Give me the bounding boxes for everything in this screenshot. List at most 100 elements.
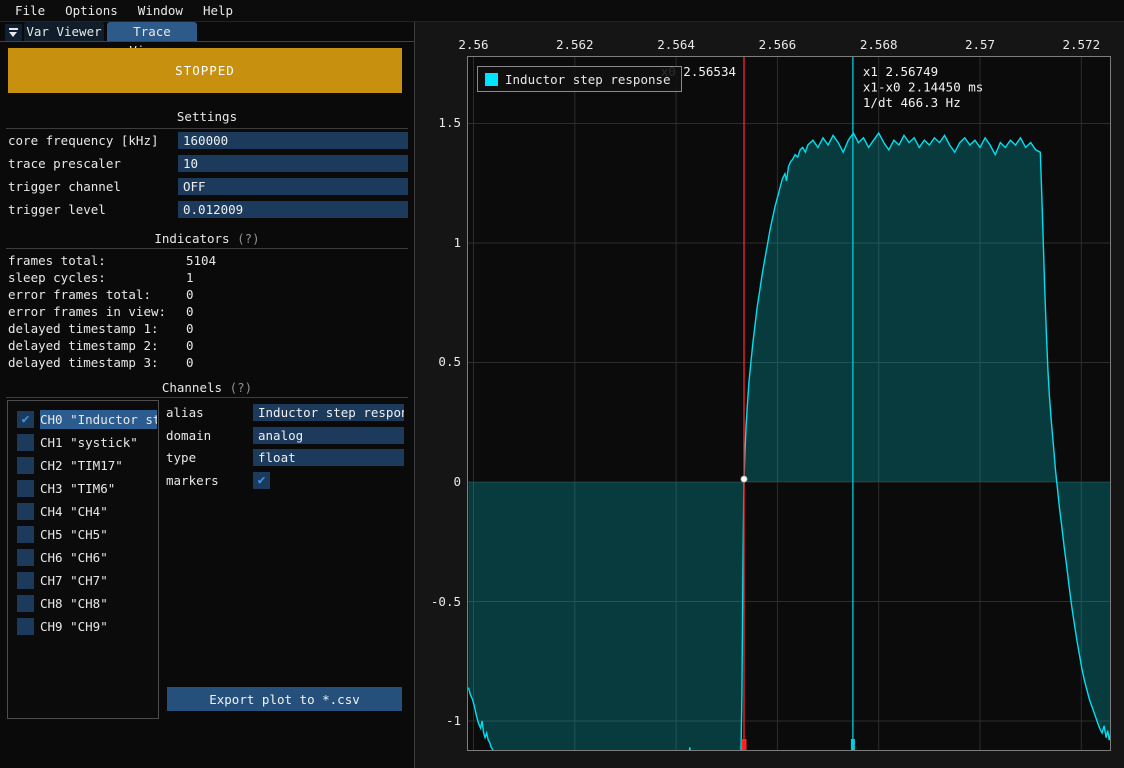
indicator-label: delayed timestamp 1: bbox=[8, 320, 159, 337]
y-axis-tick-label: -0.5 bbox=[419, 594, 461, 610]
channel-row: CH4 "CH4" bbox=[8, 500, 158, 523]
indicator-label: frames total: bbox=[8, 252, 106, 269]
y-axis-tick-label: 0 bbox=[419, 474, 461, 490]
trigger-channel-label: trigger channel bbox=[8, 178, 121, 195]
indicator-value: 0 bbox=[186, 320, 194, 337]
channel-item-ch3[interactable]: CH3 "TIM6" bbox=[40, 479, 158, 498]
indicator-label: error frames in view: bbox=[8, 303, 166, 320]
trigger-level-field[interactable]: 0.012009 bbox=[178, 201, 408, 218]
channel-item-ch8[interactable]: CH8 "CH8" bbox=[40, 594, 158, 613]
channel-checkbox[interactable] bbox=[17, 434, 34, 451]
channel-item-ch4[interactable]: CH4 "CH4" bbox=[40, 502, 158, 521]
separator bbox=[6, 128, 408, 129]
marker-x0-point[interactable] bbox=[741, 476, 747, 482]
channel-row: CH7 "CH7" bbox=[8, 569, 158, 592]
indicator-value: 0 bbox=[186, 303, 194, 320]
channel-row: CH6 "CH6" bbox=[8, 546, 158, 569]
x-axis-tick-label: 2.57 bbox=[945, 37, 1015, 52]
domain-field[interactable]: analog bbox=[253, 427, 404, 444]
indicator-value: 0 bbox=[186, 286, 194, 303]
channel-row: CH9 "CH9" bbox=[8, 615, 158, 638]
settings-section-title: Settings bbox=[0, 110, 414, 124]
settings-title-text: Settings bbox=[177, 109, 237, 124]
channel-checkbox[interactable] bbox=[17, 526, 34, 543]
x-axis-tick-label: 2.56 bbox=[438, 37, 508, 52]
channels-section-title: Channels (?) bbox=[0, 381, 414, 395]
legend-swatch-icon bbox=[485, 73, 498, 86]
tab-var-viewer[interactable]: Var Viewer bbox=[24, 22, 104, 41]
channel-item-ch5[interactable]: CH5 "CH5" bbox=[40, 525, 158, 544]
marker-x1-label: x1-x0 2.14450 ms bbox=[863, 80, 983, 95]
y-axis-tick-label: -1 bbox=[419, 713, 461, 729]
channel-checkbox[interactable] bbox=[17, 549, 34, 566]
export-csv-button[interactable]: Export plot to *.csv bbox=[167, 687, 402, 711]
menu-bar: File Options Window Help bbox=[0, 0, 1124, 22]
x-axis-tick-label: 2.568 bbox=[844, 37, 914, 52]
markers-checkbox[interactable]: ✔ bbox=[253, 472, 270, 489]
indicator-value: 5104 bbox=[186, 252, 216, 269]
x-axis-tick-label: 2.564 bbox=[641, 37, 711, 52]
acquisition-status-button[interactable]: STOPPED bbox=[8, 48, 402, 93]
indicator-value: 0 bbox=[186, 354, 194, 371]
y-axis-tick-label: 0.5 bbox=[419, 354, 461, 370]
channel-checkbox[interactable] bbox=[17, 572, 34, 589]
channel-item-ch7[interactable]: CH7 "CH7" bbox=[40, 571, 158, 590]
markers-label: markers bbox=[166, 472, 219, 489]
left-panel: Var Viewer Trace Viewer STOPPED Settings… bbox=[0, 22, 414, 768]
channels-title-text: Channels bbox=[162, 380, 222, 395]
indicator-label: delayed timestamp 3: bbox=[8, 354, 159, 371]
channels-help-icon[interactable]: (?) bbox=[230, 380, 253, 395]
tab-list-icon bbox=[9, 28, 18, 37]
channel-item-ch2[interactable]: CH2 "TIM17" bbox=[40, 456, 158, 475]
marker-x0-tick[interactable] bbox=[742, 739, 747, 750]
tab-trace-viewer[interactable]: Trace Viewer bbox=[107, 22, 197, 41]
channel-checkbox[interactable] bbox=[17, 595, 34, 612]
menu-file[interactable]: File bbox=[5, 3, 55, 18]
trigger-channel-field[interactable]: OFF bbox=[178, 178, 408, 195]
indicator-label: error frames total: bbox=[8, 286, 151, 303]
menu-window[interactable]: Window bbox=[128, 3, 193, 18]
channel-item-ch0[interactable]: CH0 "Inductor st bbox=[40, 410, 157, 429]
trace-prescaler-field[interactable]: 10 bbox=[178, 155, 408, 172]
indicators-section-title: Indicators (?) bbox=[0, 232, 414, 246]
indicators-help-icon[interactable]: (?) bbox=[237, 231, 260, 246]
tab-underline bbox=[0, 41, 414, 42]
trace-prescaler-label: trace prescaler bbox=[8, 155, 121, 172]
plot-legend[interactable]: Inductor step response bbox=[477, 66, 682, 92]
channel-checkbox[interactable] bbox=[17, 618, 34, 635]
y-axis-tick-label: 1.5 bbox=[419, 115, 461, 131]
channel-item-ch9[interactable]: CH9 "CH9" bbox=[40, 617, 158, 636]
channel-checkbox[interactable]: ✔ bbox=[17, 411, 34, 428]
channel-row: CH1 "systick" bbox=[8, 431, 158, 454]
channel-checkbox[interactable] bbox=[17, 503, 34, 520]
x-axis-tick-label: 2.572 bbox=[1046, 37, 1116, 52]
x-axis-tick-label: 2.562 bbox=[540, 37, 610, 52]
channel-row: CH2 "TIM17" bbox=[8, 454, 158, 477]
channel-item-ch1[interactable]: CH1 "systick" bbox=[40, 433, 158, 452]
indicator-label: sleep cycles: bbox=[8, 269, 106, 286]
trigger-level-label: trigger level bbox=[8, 201, 106, 218]
separator bbox=[6, 397, 408, 398]
type-field[interactable]: float bbox=[253, 449, 404, 466]
core-frequency-field[interactable]: 160000 bbox=[178, 132, 408, 149]
y-axis-tick-label: 1 bbox=[419, 235, 461, 251]
marker-x1-label: 1/dt 466.3 Hz bbox=[863, 95, 961, 110]
channel-checkbox[interactable] bbox=[17, 480, 34, 497]
menu-help[interactable]: Help bbox=[193, 3, 243, 18]
marker-x1-tick[interactable] bbox=[851, 739, 855, 750]
alias-label: alias bbox=[166, 404, 204, 421]
menu-options[interactable]: Options bbox=[55, 3, 128, 18]
channel-row: CH8 "CH8" bbox=[8, 592, 158, 615]
domain-label: domain bbox=[166, 427, 211, 444]
tab-list-button[interactable] bbox=[5, 24, 22, 41]
plot-canvas[interactable]: x0 2.56534x1 2.56749x1-x0 2.14450 ms1/dt… bbox=[467, 56, 1111, 751]
channel-checkbox[interactable] bbox=[17, 457, 34, 474]
core-frequency-label: core frequency [kHz] bbox=[8, 132, 159, 149]
alias-field[interactable]: Inductor step respons bbox=[253, 404, 404, 421]
type-label: type bbox=[166, 449, 196, 466]
plot-panel: x0 2.56534x1 2.56749x1-x0 2.14450 ms1/dt… bbox=[414, 22, 1124, 768]
indicators-title-text: Indicators bbox=[154, 231, 229, 246]
indicator-value: 1 bbox=[186, 269, 194, 286]
channel-item-ch6[interactable]: CH6 "CH6" bbox=[40, 548, 158, 567]
trace-plot[interactable]: x0 2.56534x1 2.56749x1-x0 2.14450 ms1/dt… bbox=[467, 56, 1111, 751]
